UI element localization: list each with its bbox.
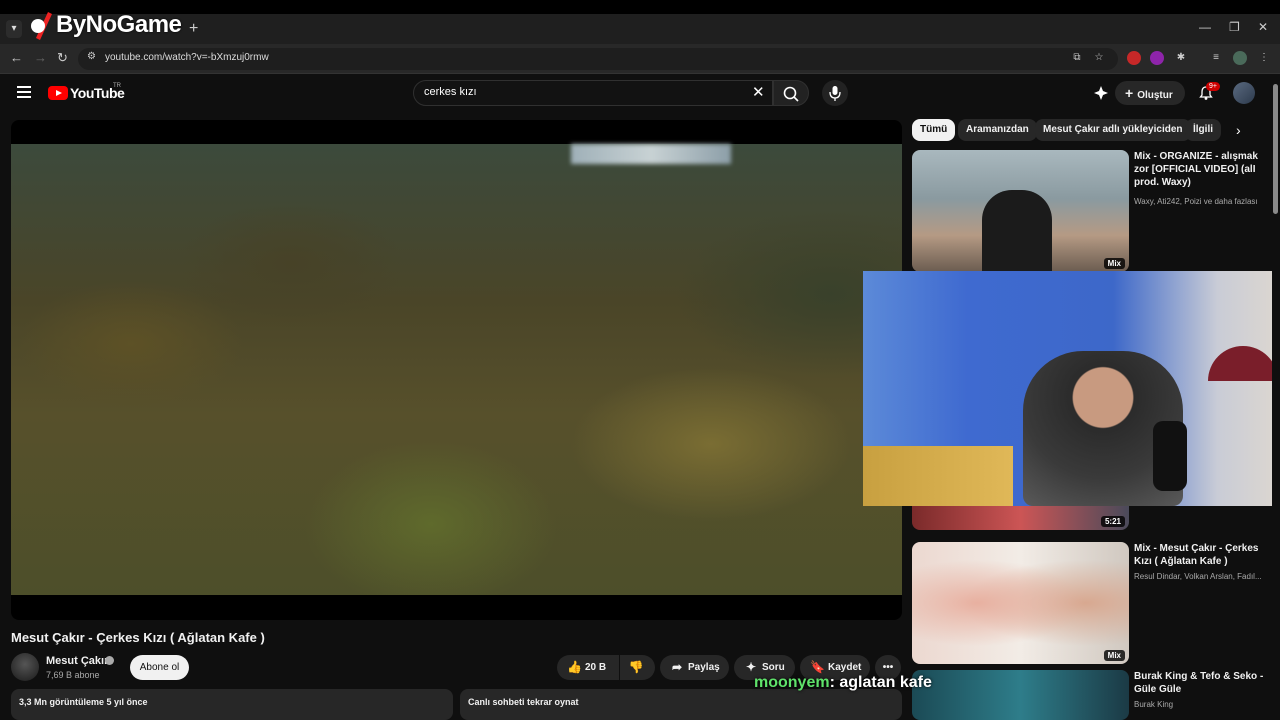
extension-red-icon[interactable] [1127,51,1141,65]
like-button[interactable]: 👍 20 B [557,655,619,680]
bookmark-star-icon[interactable]: ☆ [1092,51,1106,65]
sidebar-video[interactable]: Burak King & Tefo & Seko - Güle Güle Bur… [912,670,1272,720]
maximize-button[interactable]: ❐ [1229,20,1240,34]
minimize-button[interactable]: — [1199,20,1211,34]
chip-from-uploader[interactable]: Mesut Çakır adlı yükleyiciden [1035,119,1191,141]
share-button[interactable]: ➦ Paylaş [660,655,729,680]
sidebar-video-meta: Burak King [1134,700,1174,709]
voice-search-button[interactable] [822,80,848,106]
thumbs-down-icon: 👎 [628,660,644,674]
more-dots-icon: ••• [882,662,894,673]
subscriber-count: 7,69 B abone [46,670,100,680]
thumbs-up-icon: 👍 [567,660,582,674]
webcam-lamp [1208,346,1278,381]
mix-badge: Mix [1103,650,1125,661]
thumbnail-person [982,190,1052,272]
streamer-webcam-overlay [863,271,1280,506]
sidebar-video-title[interactable]: Mix - ORGANIZE - alışmak zor [OFFICIAL V… [1134,150,1264,189]
video-thumbnail[interactable]: Mix [912,150,1129,272]
webcam-bed [863,446,1013,506]
sidebar-video-meta: Waxy, Ati242, Poizi ve daha fazlası [1134,197,1258,206]
channel-avatar[interactable] [11,653,39,681]
chip-related[interactable]: İlgili [1185,119,1221,141]
menu-hamburger-icon[interactable] [17,86,31,98]
ask-label: Soru [762,662,785,674]
search-button[interactable] [773,80,809,106]
search-icon [783,86,799,102]
scrollbar-thumb[interactable] [1273,84,1278,214]
cast-sparkle-icon[interactable] [1093,85,1109,101]
youtube-logo-icon[interactable] [48,86,68,100]
media-control-icon[interactable]: ≡ [1209,51,1223,65]
video-thumbnail[interactable] [912,670,1129,720]
view-count: 3,3 Mn görüntüleme 5 yıl önce [19,697,148,707]
plus-icon: + [1125,85,1134,101]
verified-icon [105,656,114,665]
reload-icon[interactable]: ↻ [57,50,68,66]
chat-replay-label: Canlı sohbeti tekrar oynat [468,697,579,707]
sidebar-video-title[interactable]: Mix - Mesut Çakır - Çerkes Kızı ( Ağlata… [1134,542,1264,568]
video-frame-forest [11,144,902,595]
notification-badge: 9+ [1206,82,1220,91]
duration-badge: 5:21 [1100,516,1125,527]
sidebar-video-title[interactable]: Burak King & Tefo & Seko - Güle Güle [1134,670,1264,696]
save-label: Kaydet [828,662,862,674]
description-box[interactable]: 3,3 Mn görüntüleme 5 yıl önce [11,689,453,720]
dislike-button[interactable]: 👎 [620,655,655,680]
like-count: 20 B [585,662,607,674]
address-url[interactable]: youtube.com/watch?v=-bXmzuj0rmw [105,52,269,63]
extension-purple-icon[interactable] [1150,51,1164,65]
mix-badge: Mix [1103,258,1125,269]
create-label: Oluştur [1137,90,1173,101]
search-input-value[interactable]: cerkes kızı [424,86,477,98]
microphone-icon [829,86,841,101]
sidebar-video-meta: Resul Dindar, Volkan Arslan, Fadıl... [1134,572,1262,581]
subscribe-button[interactable]: Abone ol [130,655,189,680]
webcam-microphone [1153,421,1187,491]
chip-from-search[interactable]: Aramanızdan [958,119,1037,141]
tab-search-dropdown[interactable]: ▾ [6,20,22,38]
back-icon[interactable]: ← [10,50,23,65]
share-arrow-icon: ➦ [671,660,683,674]
channel-name[interactable]: Mesut Çakır [46,655,108,667]
top-black-bar [0,0,1280,14]
tab-logo-text: ByNoGame [56,11,182,38]
chevron-right-icon[interactable]: › [1236,122,1241,138]
video-thumbnail[interactable]: 5:21 [912,506,1129,530]
site-info-icon[interactable]: ⚙ [87,51,96,62]
sidebar-video[interactable]: 5:21 [912,506,1272,530]
country-code: TR [113,83,121,89]
clear-search-icon[interactable]: ✕ [752,83,765,101]
video-title: Mesut Çakır - Çerkes Kızı ( Ağlatan Kafe… [11,630,265,645]
browser-menu-icon[interactable]: ⋮ [1257,51,1271,65]
video-frame-sky [571,144,731,164]
stream-chat-overlay: moonyem: aglatan kafe [754,674,932,692]
sidebar-video[interactable]: Mix Mix - ORGANIZE - alışmak zor [OFFICI… [912,150,1272,272]
profile-icon[interactable] [1233,51,1247,65]
account-avatar[interactable] [1233,82,1255,104]
video-thumbnail[interactable]: Mix [912,542,1129,664]
chat-message: : aglatan kafe [829,674,932,691]
chat-username: moonyem [754,674,830,691]
video-player[interactable] [11,120,902,620]
chip-all[interactable]: Tümü [912,119,956,141]
new-tab-button[interactable]: + [189,20,198,38]
extensions-puzzle-icon[interactable]: ✱ [1174,51,1188,65]
create-button[interactable]: + Oluştur [1115,81,1185,105]
bynogame-logo-icon [31,12,52,40]
install-app-icon[interactable]: ⧉ [1070,51,1084,65]
sidebar-video[interactable]: Mix Mix - Mesut Çakır - Çerkes Kızı ( Ağ… [912,542,1272,664]
share-label: Paylaş [688,662,720,674]
forward-icon[interactable]: → [34,50,47,65]
chat-replay-box[interactable]: Canlı sohbeti tekrar oynat [460,689,902,720]
close-window-button[interactable]: ✕ [1258,20,1268,34]
